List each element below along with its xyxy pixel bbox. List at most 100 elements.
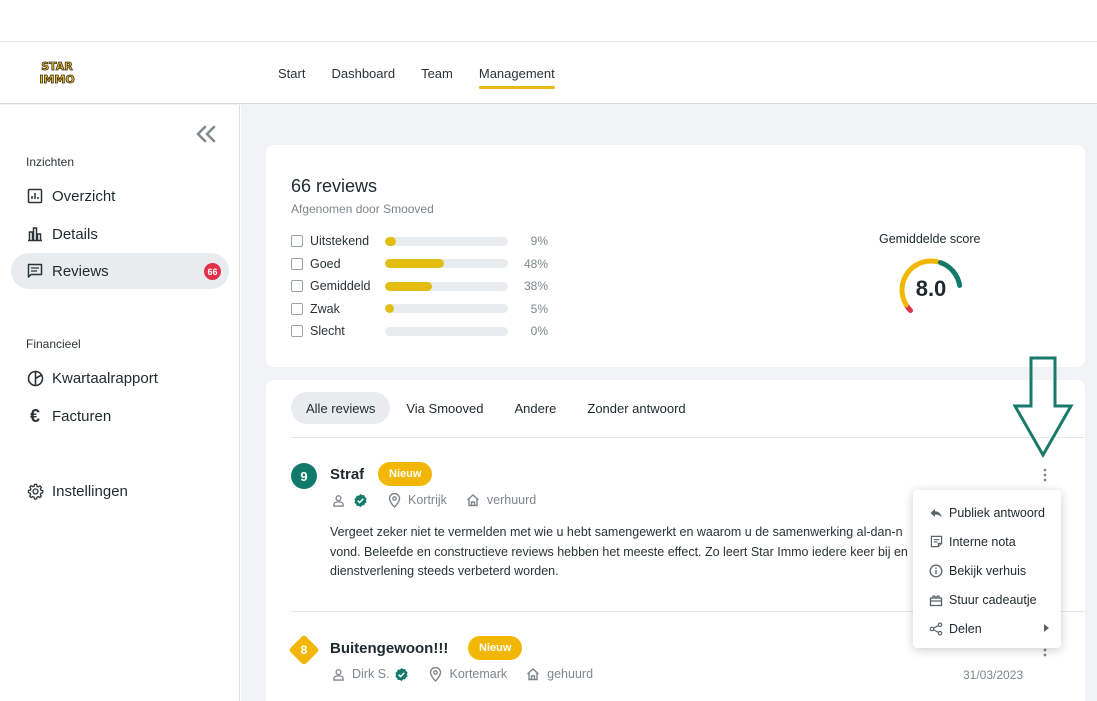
reviews-count-title: 66 reviews (291, 176, 378, 196)
distribution-bar-fill (385, 236, 397, 246)
review-date: 31/03/2023 (963, 668, 1024, 682)
house-icon (465, 492, 481, 508)
sidebar-item-label: Kwartaalrapport (52, 369, 158, 387)
sidebar-item-overzicht[interactable]: Overzicht (11, 178, 229, 214)
distribution-label: Zwak (310, 301, 340, 316)
pie-chart-icon (26, 369, 44, 387)
menu-item-publiek-antwoord[interactable]: Publiek antwoord (913, 498, 1061, 527)
tabs-divider (291, 437, 1085, 438)
svg-text:STAR: STAR (41, 60, 73, 73)
distribution-bar-fill (385, 259, 445, 268)
review-location: Kortrijk (408, 493, 447, 507)
new-badge: Nieuw (468, 636, 523, 660)
share-icon (929, 621, 943, 636)
review-more-icon[interactable] (1040, 467, 1050, 483)
menu-item-label: Interne nota (949, 534, 1016, 549)
review-status: verhuurd (486, 493, 537, 507)
distribution-bar-fill (385, 281, 432, 291)
note-icon (929, 535, 943, 549)
distribution-percent: 48% (523, 256, 548, 271)
distribution-filter-checkbox[interactable] (291, 280, 303, 292)
distribution-filter-checkbox[interactable] (291, 325, 303, 337)
tab-alle-reviews[interactable]: Alle reviews (291, 392, 391, 424)
distribution-row: Uitstekend 9% (291, 231, 548, 251)
location-pin-icon (386, 492, 402, 508)
chart-box-icon (26, 187, 44, 205)
sidebar-item-instellingen[interactable]: Instellingen (11, 473, 229, 509)
review-title: Straf (330, 466, 365, 483)
sidebar-item-kwartaalrapport[interactable]: Kwartaalrapport (11, 360, 229, 396)
distribution-bar-track (385, 236, 508, 246)
sidebar-item-label: Instellingen (52, 482, 128, 500)
reviews-source-subtitle: Afgenomen door Smooved (291, 202, 434, 216)
distribution-row: Slecht 0% (291, 321, 548, 341)
nav-dashboard[interactable]: Dashboard (331, 43, 395, 104)
reply-icon (929, 506, 943, 520)
top-navigation: Start Dashboard Team Management (278, 43, 581, 104)
menu-item-interne-nota[interactable]: Interne nota (913, 527, 1061, 556)
tab-andere[interactable]: Andere (499, 392, 571, 424)
distribution-filter-checkbox[interactable] (291, 302, 303, 315)
reviews-summary-card: 66 reviews Afgenomen door Smooved Uitste… (266, 145, 1085, 367)
average-score-value: 8.0 (915, 276, 947, 301)
submenu-caret-icon (1044, 624, 1049, 632)
star-immo-logo[interactable]: STAR IMMO (33, 58, 81, 86)
tab-zonder-antwoord[interactable]: Zonder antwoord (572, 392, 700, 424)
distribution-row: Zwak 5% (291, 299, 548, 319)
sidebar-section-inzichten: Inzichten (26, 155, 75, 169)
distribution-row: Goed 48% (291, 254, 548, 274)
person-icon (330, 492, 346, 508)
menu-item-delen[interactable]: Delen (913, 614, 1061, 643)
distribution-filter-checkbox[interactable] (291, 235, 303, 247)
new-badge: Nieuw (378, 462, 433, 486)
review-filter-tabs: Alle reviews Via Smooved Andere Zonder a… (291, 392, 702, 424)
bar-chart-icon (26, 225, 44, 243)
location-pin-icon (428, 666, 444, 682)
distribution-bar-track (385, 326, 508, 336)
person-icon (330, 666, 346, 682)
sidebar-section-financieel: Financieel (26, 337, 81, 351)
svg-text:IMMO: IMMO (39, 73, 74, 86)
distribution-filter-checkbox[interactable] (291, 257, 303, 270)
menu-item-label: Delen (949, 621, 982, 636)
distribution-label: Uitstekend (310, 234, 370, 248)
distribution-row: Gemiddeld 38% (291, 276, 548, 296)
menu-item-label: Bekijk verhuis (949, 563, 1027, 578)
review-status: gehuurd (547, 667, 594, 681)
review-score-badge: 8 (300, 643, 308, 657)
menu-item-label: Stuur cadeautje (949, 592, 1037, 607)
info-icon (929, 564, 943, 578)
sidebar-item-reviews[interactable]: Reviews 66 (11, 253, 229, 289)
review-author: Dirk S. (352, 667, 390, 681)
sidebar-item-facturen[interactable]: € Facturen (11, 398, 229, 434)
distribution-bar-track (385, 259, 508, 268)
tab-via-smooved[interactable]: Via Smooved (391, 392, 498, 424)
nav-team[interactable]: Team (421, 43, 453, 104)
distribution-label: Gemiddeld (310, 279, 371, 293)
distribution-percent: 9% (530, 234, 548, 248)
browser-top-strip (0, 0, 1097, 42)
double-chevron-left-icon[interactable] (193, 123, 219, 145)
distribution-bar-track (385, 281, 508, 291)
menu-item-bekijk-verhuis[interactable]: Bekijk verhuis (913, 556, 1061, 585)
sidebar-item-details[interactable]: Details (11, 216, 229, 252)
review-meta: Dirk S. Kortemark gehuurd (330, 666, 593, 682)
review-meta: Kortrijk verhuurd (330, 492, 536, 508)
distribution-percent: 0% (530, 324, 548, 338)
sidebar: Inzichten Overzicht Details Reviews 66 F… (0, 105, 240, 701)
house-icon (525, 666, 541, 682)
gear-icon (26, 482, 44, 500)
review-context-menu: Publiek antwoord Interne nota Bekijk ver… (913, 490, 1061, 648)
distribution-label: Goed (310, 256, 341, 271)
nav-start[interactable]: Start (278, 43, 305, 104)
app-header: STAR IMMO Start Dashboard Team Managemen… (0, 43, 1097, 104)
down-arrow-annotation-icon (1012, 356, 1074, 458)
menu-item-stuur-cadeautje[interactable]: Stuur cadeautje (913, 585, 1061, 614)
distribution-bar-fill (385, 304, 394, 313)
review-score-badge: 9 (291, 463, 317, 489)
sidebar-item-label: Overzicht (52, 187, 116, 205)
nav-management[interactable]: Management (478, 43, 555, 104)
sidebar-item-label: Reviews (52, 262, 109, 280)
distribution-bar-track (385, 304, 508, 313)
sidebar-item-label: Facturen (52, 407, 112, 425)
